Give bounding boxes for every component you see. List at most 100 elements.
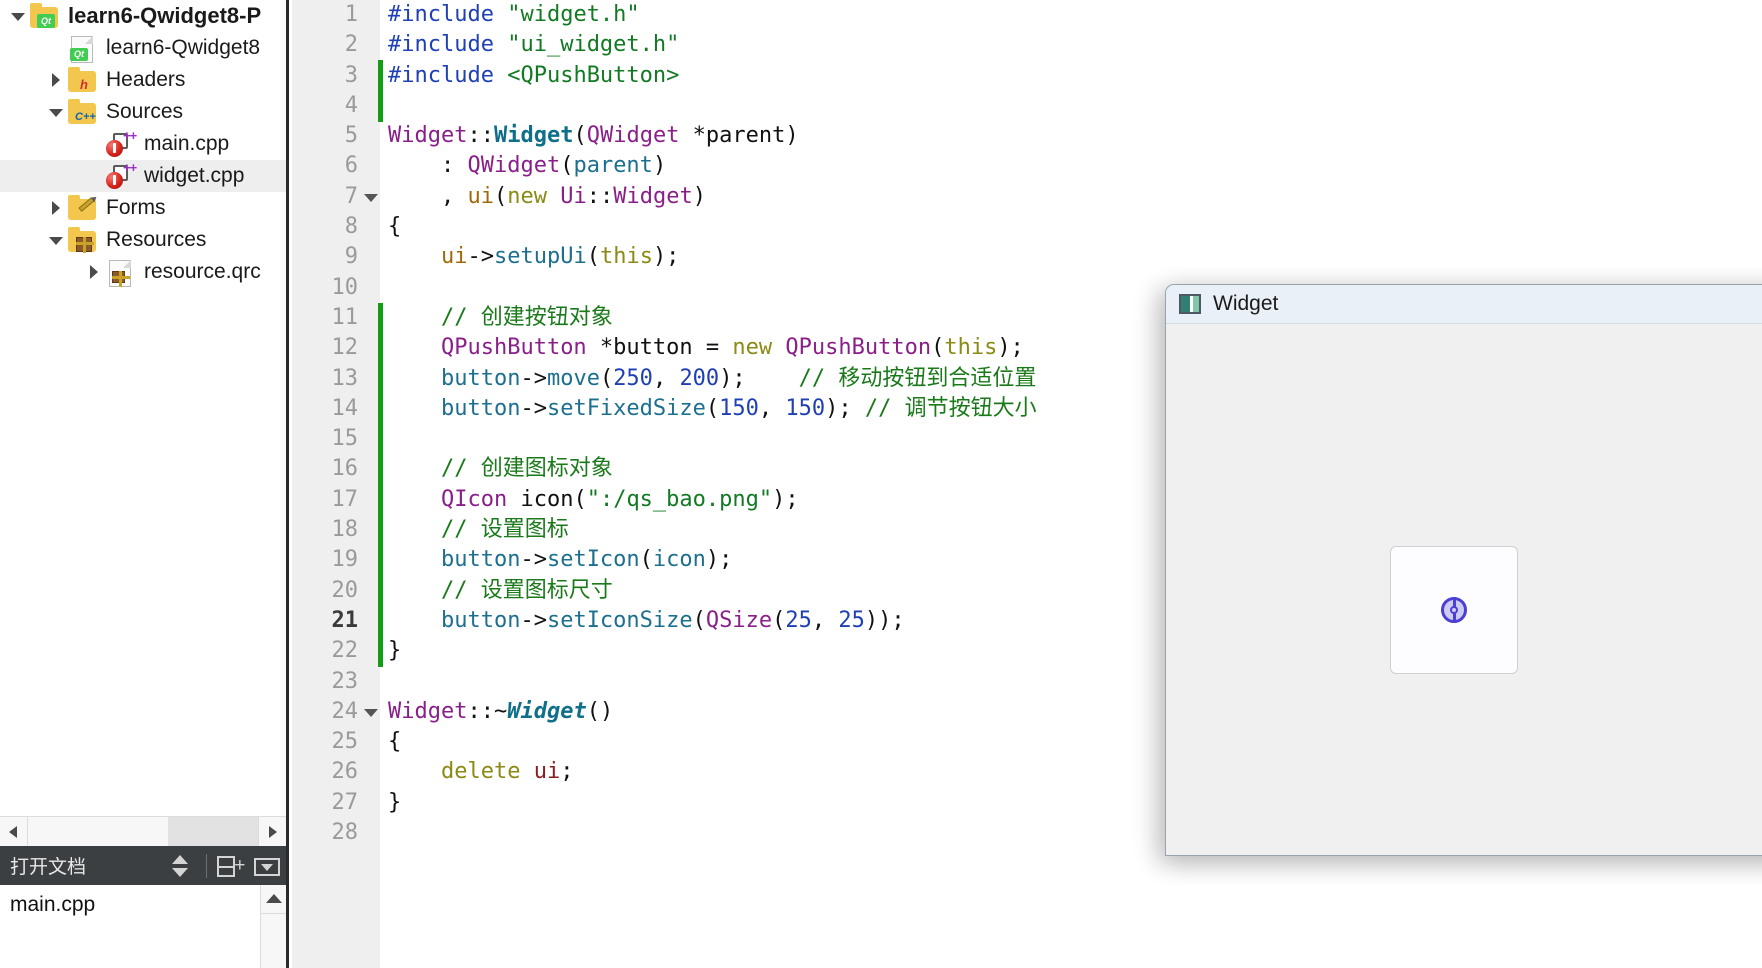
- code-text: // 创建图标对象: [388, 454, 613, 484]
- tree-item-widget-cpp[interactable]: ++ widget.cpp: [0, 160, 286, 192]
- scroll-left-button[interactable]: [0, 817, 28, 846]
- code-line[interactable]: 5 Widget::Widget(QWidget *parent): [292, 121, 1762, 151]
- tree-item-sources[interactable]: C++ Sources: [0, 96, 286, 128]
- line-number: 2: [344, 32, 358, 58]
- code-token: #include: [388, 2, 508, 27]
- tree-item-learn6-qwidget8-p[interactable]: Qt learn6-Qwidget8-P: [0, 0, 286, 32]
- code-token: setIcon: [546, 547, 640, 573]
- chevron-right-icon[interactable]: [46, 198, 66, 218]
- code-token: ::: [467, 123, 494, 149]
- split-add-icon[interactable]: +: [214, 851, 248, 881]
- line-number: 28: [331, 820, 359, 846]
- icon-right-half: [1193, 296, 1199, 312]
- chevron-down-icon[interactable]: [46, 102, 66, 122]
- code-token: this: [599, 244, 653, 270]
- tree-item-label: Sources: [106, 100, 184, 123]
- tree-item-headers[interactable]: h Headers: [0, 64, 286, 96]
- code-line[interactable]: 1 #include "widget.h": [292, 0, 1762, 30]
- chevron-down-icon[interactable]: [8, 6, 28, 26]
- code-text: #include "ui_widget.h": [388, 30, 679, 60]
- tree-item-forms[interactable]: Forms: [0, 192, 286, 224]
- code-text: button->move(250, 200); // 移动按钮到合适位置: [388, 364, 1036, 394]
- code-token: ->: [467, 244, 494, 270]
- qrc-file-icon: [104, 259, 136, 287]
- code-token: (: [705, 395, 720, 421]
- code-token: icon: [652, 547, 706, 573]
- code-token: // 创建按钮对象: [388, 304, 613, 330]
- sort-order-icon[interactable]: [163, 851, 197, 881]
- open-documents-vscrollbar[interactable]: [260, 885, 286, 968]
- code-token: ,: [652, 365, 680, 391]
- code-token: 150: [785, 395, 826, 421]
- chevron-right-icon[interactable]: [46, 70, 66, 90]
- line-number: 25: [331, 729, 359, 755]
- code-token: ): [652, 153, 667, 179]
- code-token: // 设置图标尺寸: [388, 577, 613, 603]
- code-token: new: [507, 183, 561, 209]
- code-token: ui: [467, 183, 494, 209]
- code-token: 25: [785, 607, 812, 633]
- open-document-item[interactable]: main.cpp: [0, 885, 286, 925]
- code-line[interactable]: 3 #include <QPushButton>: [292, 61, 1762, 91]
- line-number: 15: [331, 426, 359, 452]
- tree-item-label: main.cpp: [144, 132, 230, 155]
- code-token: );: [772, 486, 799, 512]
- open-documents-header: 打开文档 +: [0, 846, 286, 885]
- code-token: ::: [586, 183, 614, 209]
- code-line[interactable]: 2 #include "ui_widget.h": [292, 30, 1762, 60]
- code-line[interactable]: 8{: [292, 212, 1762, 242]
- code-token: (: [692, 607, 706, 633]
- scroll-right-button[interactable]: [258, 817, 286, 846]
- code-token: "widget.h": [507, 2, 640, 27]
- icon-dot: [1450, 606, 1458, 614]
- code-token: {: [388, 729, 402, 755]
- close-dropdown-icon[interactable]: [250, 851, 284, 881]
- tree-item-main-cpp[interactable]: ++ main.cpp: [0, 128, 286, 160]
- widget-window-titlebar[interactable]: Widget: [1166, 285, 1762, 324]
- code-token: ::~: [467, 698, 508, 724]
- code-token: setIconSize: [546, 607, 693, 633]
- line-number: 8: [344, 214, 358, 240]
- chevron-right-icon[interactable]: [84, 262, 104, 282]
- sources-folder-icon: C++: [66, 99, 98, 125]
- code-token: ->: [520, 607, 547, 633]
- open-documents-title: 打开文档: [10, 857, 87, 878]
- widget-app-window[interactable]: Widget: [1165, 284, 1762, 856]
- qpushbutton[interactable]: [1390, 546, 1518, 674]
- code-token: (: [599, 365, 614, 391]
- fold-toggle-icon[interactable]: [362, 697, 380, 727]
- code-line[interactable]: 4: [292, 91, 1762, 121]
- code-token: (: [586, 244, 600, 270]
- tree-item-resources[interactable]: Resources: [0, 224, 286, 256]
- application-icon: [1179, 294, 1201, 314]
- code-token: ): [692, 183, 706, 209]
- code-token: ;: [560, 759, 574, 785]
- code-token: :: [388, 153, 468, 179]
- project-tree[interactable]: Qt learn6-Qwidget8-P Qt learn6-Qwidget8 h Hea…: [0, 0, 286, 816]
- tree-item-resource-qrc[interactable]: resource.qrc: [0, 256, 286, 288]
- tree-item-learn6-qwidget8[interactable]: Qt learn6-Qwidget8: [0, 32, 286, 64]
- code-token: );: [997, 335, 1024, 361]
- code-token: {: [388, 214, 402, 240]
- code-text: #include <QPushButton>: [388, 61, 679, 91]
- line-number: 13: [331, 365, 359, 391]
- code-line[interactable]: 7 , ui(new Ui::Widget): [292, 182, 1762, 212]
- code-token: (): [586, 698, 614, 724]
- line-number: 26: [331, 759, 359, 785]
- line-number: 12: [331, 335, 359, 361]
- code-token: );: [705, 547, 733, 573]
- code-line[interactable]: 9 ui->setupUi(this);: [292, 242, 1762, 272]
- code-token: // 移动按钮到合适位置: [798, 365, 1037, 391]
- line-number: 16: [331, 456, 359, 482]
- code-text: QIcon icon(":/qs_bao.png");: [388, 485, 799, 515]
- code-token: QIcon: [440, 486, 508, 512]
- project-tree-hscrollbar[interactable]: [0, 816, 286, 846]
- line-number: 27: [331, 789, 359, 815]
- chevron-down-icon[interactable]: [46, 230, 66, 250]
- hscroll-track[interactable]: [28, 817, 278, 846]
- code-token: ->: [520, 547, 547, 573]
- open-documents-list[interactable]: main.cpp: [0, 885, 286, 968]
- code-line[interactable]: 6 : QWidget(parent): [292, 151, 1762, 181]
- fold-toggle-icon[interactable]: [362, 182, 380, 212]
